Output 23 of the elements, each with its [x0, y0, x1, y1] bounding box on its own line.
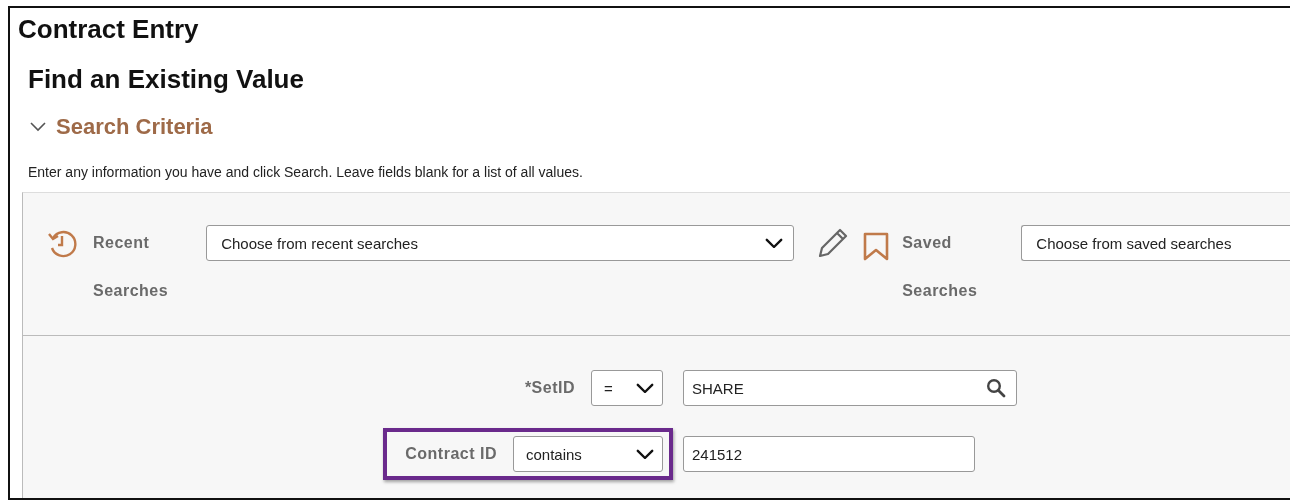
- page-heading: Find an Existing Value: [28, 64, 305, 94]
- section-title[interactable]: Search Criteria: [56, 114, 213, 140]
- bookmark-icon[interactable]: [862, 232, 891, 262]
- chevron-down-icon: [636, 448, 654, 460]
- operator-select[interactable]: contains: [513, 436, 663, 472]
- criterion-label: Contract ID: [405, 445, 497, 463]
- history-icon[interactable]: [47, 228, 79, 260]
- recent-searches-label: Searches: [93, 281, 169, 301]
- value-field[interactable]: 241512: [683, 436, 975, 472]
- page-title: Contract Entry: [17, 13, 200, 44]
- chevron-down-icon: [765, 237, 784, 249]
- operator-select[interactable]: =: [591, 370, 663, 406]
- criterion-label: *SetID: [524, 379, 575, 397]
- recent-searches-label: Recent: [93, 233, 151, 253]
- chevron-down-icon[interactable]: [30, 122, 46, 132]
- search-icon[interactable]: [986, 378, 1006, 398]
- instructions-text: Enter any information you have and click Search. Leave fields blank for a list of all values.: [28, 164, 584, 180]
- saved-searches-label: Searches: [902, 281, 978, 301]
- value-field[interactable]: SHARE: [683, 370, 1017, 406]
- saved-searches-dropdown[interactable]: Choose from saved searches: [1021, 225, 1290, 261]
- recent-searches-dropdown[interactable]: Choose from recent searches: [206, 225, 795, 261]
- saved-searches-label: Saved: [902, 233, 953, 253]
- chevron-down-icon: [636, 382, 654, 394]
